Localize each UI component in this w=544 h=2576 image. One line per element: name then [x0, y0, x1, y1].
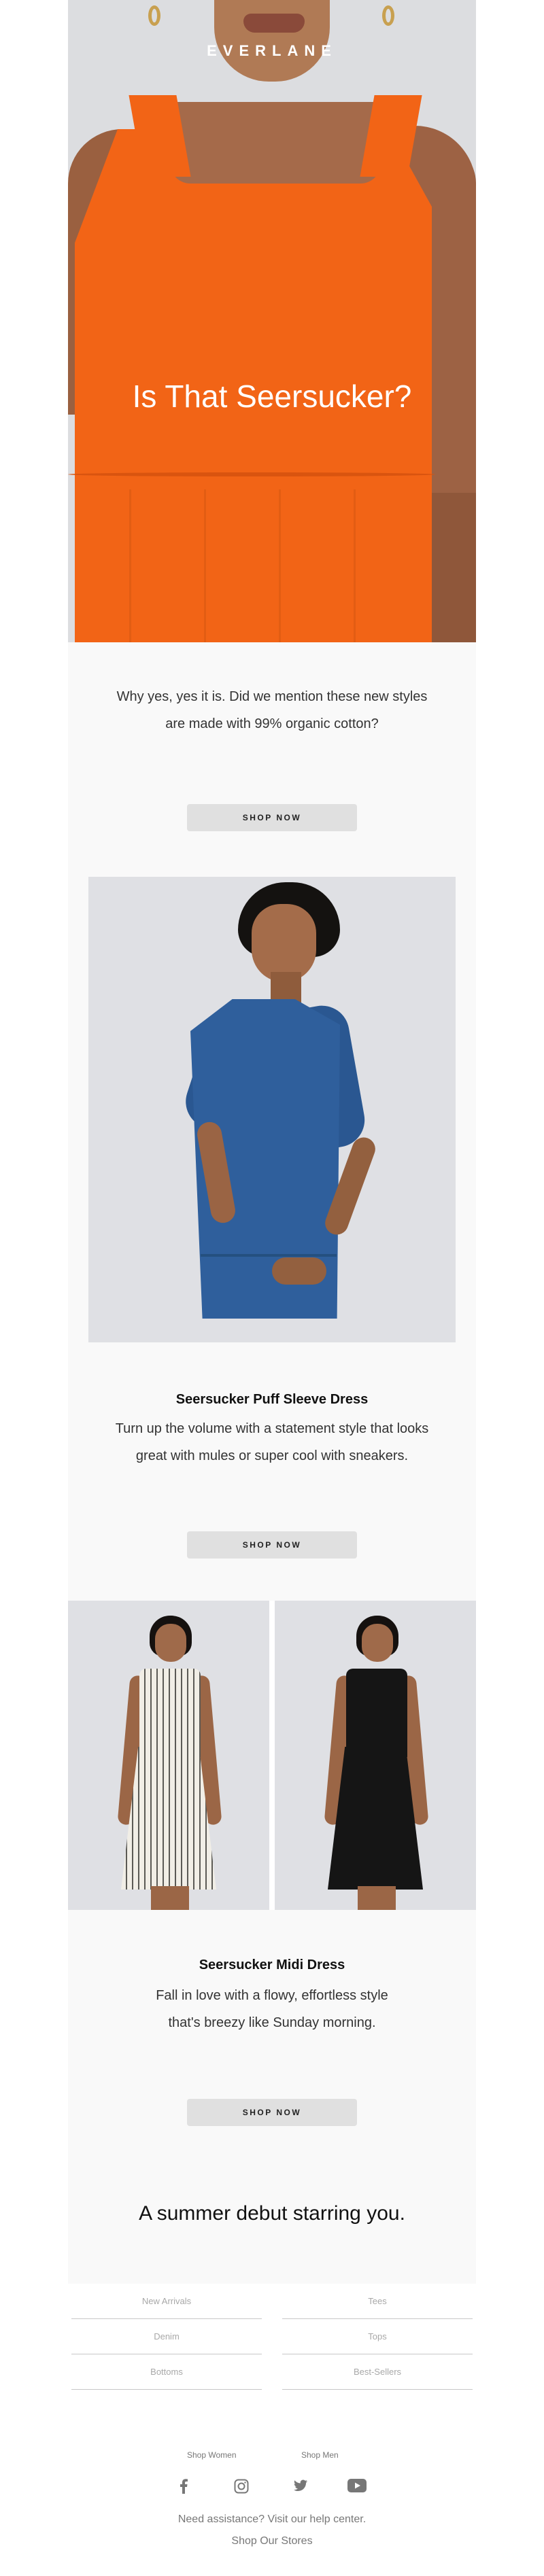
shop-men-link[interactable]: Shop Men: [301, 2450, 339, 2460]
hero-headline: Is That Seersucker?: [132, 379, 412, 414]
product-description: Fall in love with a flowy, effortless st…: [95, 1982, 449, 2036]
intro-line: are made with 99% organic cotton?: [165, 716, 379, 731]
intro-line: Why yes, yes it is. Did we mention these…: [116, 689, 428, 704]
brand-logo[interactable]: EVERLANE: [68, 42, 476, 60]
youtube-icon[interactable]: [347, 2479, 367, 2495]
model-legs: [358, 1886, 396, 1910]
dress-bodice: [346, 1669, 407, 1757]
description-line: Fall in love with a flowy, effortless st…: [156, 1988, 388, 2003]
hero-model-lips: [243, 14, 305, 33]
instagram-icon[interactable]: [231, 2479, 252, 2495]
footer: New Arrivals Tees Denim Tops Bottoms Bes…: [68, 2284, 476, 2576]
twitter-icon[interactable]: [290, 2479, 311, 2495]
footer-link-tees[interactable]: Tees: [282, 2284, 473, 2319]
footer-link-bottoms[interactable]: Bottoms: [71, 2354, 262, 2390]
shop-now-button[interactable]: SHOP NOW: [187, 2099, 357, 2126]
hero-model-chin: [214, 0, 330, 82]
closing-headline: A summer debut starring you.: [139, 2202, 405, 2225]
shop-women-link[interactable]: Shop Women: [187, 2450, 237, 2460]
product-image-pair: [68, 1601, 476, 1910]
shop-our-stores-link[interactable]: Shop Our Stores: [68, 2535, 476, 2547]
dress-pleat: [279, 489, 281, 642]
description-line: Turn up the volume with a statement styl…: [115, 1421, 429, 1436]
product-description: Turn up the volume with a statement styl…: [95, 1415, 449, 1469]
description-line: great with mules or super cool with snea…: [135, 1448, 409, 1463]
product-image-striped-midi-dress[interactable]: [68, 1601, 269, 1910]
model-hands: [272, 1257, 326, 1285]
earring-icon: [382, 5, 394, 26]
product-title[interactable]: Seersucker Puff Sleeve Dress: [95, 1392, 449, 1408]
product-title[interactable]: Seersucker Midi Dress: [95, 1957, 449, 1973]
footer-link-best-sellers[interactable]: Best-Sellers: [282, 2354, 473, 2390]
dress-waist-seam: [68, 472, 435, 476]
product-image-puff-sleeve-dress[interactable]: [88, 877, 456, 1342]
footer-link-tops[interactable]: Tops: [282, 2319, 473, 2354]
shop-now-button[interactable]: SHOP NOW: [187, 804, 357, 831]
help-center-link[interactable]: Need assistance? Visit our help center.: [68, 2513, 476, 2526]
intro-text: Why yes, yes it is. Did we mention these…: [95, 683, 449, 737]
model-legs: [151, 1886, 189, 1910]
model-face: [362, 1624, 393, 1662]
hero-model-chest: [170, 102, 381, 184]
footer-link-denim[interactable]: Denim: [71, 2319, 262, 2354]
dress-seam: [201, 1254, 337, 1257]
product-image-black-midi-dress[interactable]: [275, 1601, 476, 1910]
model-face: [155, 1624, 186, 1662]
earring-icon: [148, 5, 160, 26]
description-line: that's breezy like Sunday morning.: [168, 2015, 376, 2030]
model-face: [252, 904, 316, 982]
facebook-icon[interactable]: [173, 2479, 194, 2495]
hero-banner[interactable]: EVERLANE Is That Seersucker?: [68, 0, 476, 642]
email-body: EVERLANE Is That Seersucker? Why yes, ye…: [68, 0, 476, 2284]
footer-link-new-arrivals[interactable]: New Arrivals: [71, 2284, 262, 2319]
dress-pleat: [204, 489, 206, 642]
dress-pleat: [129, 489, 131, 642]
dress-pleat: [354, 489, 356, 642]
dress-bodice: [139, 1669, 201, 1757]
shop-now-button[interactable]: SHOP NOW: [187, 1531, 357, 1559]
